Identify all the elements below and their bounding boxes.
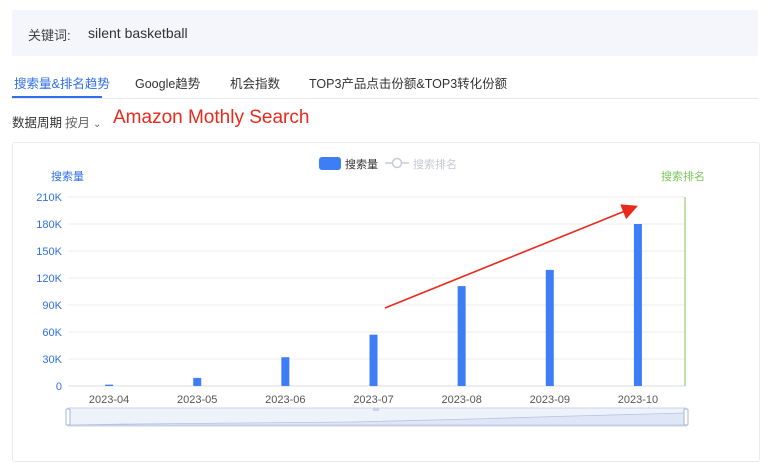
bar-2023-07[interactable] [369, 334, 378, 386]
x-tick-label: 2023-07 [353, 394, 393, 406]
y-tick-label: 60K [42, 327, 62, 339]
search-volume-chart: 030K60K90K120K150K180K210K搜索量 搜索排名搜索量 搜索排名… [36, 157, 705, 427]
keyword-label: 关键词: [28, 28, 71, 43]
y-tick-label: 90K [42, 300, 62, 312]
legend-search-volume-swatch[interactable] [319, 157, 341, 170]
trend-arrow [384, 204, 638, 309]
period-label: 数据周期 [12, 116, 63, 130]
active-tab-indicator [12, 96, 102, 98]
y-tick-label: 120K [36, 273, 62, 285]
period-select[interactable]: 按月 ⌄ [65, 112, 101, 131]
data-zoom-left-handle[interactable] [65, 408, 71, 426]
keyword-panel: 关键词: silent basketball [12, 10, 758, 56]
legend-rank-label: 搜索排名 [413, 157, 457, 171]
x-tick-label: 2023-09 [530, 394, 570, 406]
data-zoom-move-handle[interactable] [373, 408, 379, 411]
bar-2023-04[interactable] [105, 384, 114, 386]
x-tick-label: 2023-10 [618, 394, 658, 406]
data-zoom-right-handle[interactable] [683, 408, 689, 426]
tab-google-trend[interactable]: Google趋势 [135, 73, 200, 92]
annotation-title: Amazon Mothly Search [113, 107, 310, 128]
tab-bar: 搜索量&排名趋势 Google趋势 机会指数 TOP3产品点击份额&TOP3转化… [12, 62, 758, 99]
bar-2023-10[interactable] [633, 224, 642, 386]
tab-top3-share[interactable]: TOP3产品点击份额&TOP3转化份额 [309, 73, 507, 92]
y-tick-label: 0 [56, 381, 62, 393]
y-tick-label: 180K [36, 219, 62, 231]
tab-search-volume-rank-trend[interactable]: 搜索量&排名趋势 [14, 73, 110, 92]
bar-2023-05[interactable] [193, 377, 202, 386]
y-tick-label: 210K [36, 192, 62, 204]
x-tick-label: 2023-04 [89, 394, 129, 406]
tab-opportunity-index[interactable]: 机会指数 [230, 73, 280, 92]
y-tick-label: 30K [42, 354, 62, 366]
bar-2023-09[interactable] [545, 269, 554, 386]
x-tick-label: 2023-05 [177, 394, 217, 406]
legend-search-volume-label: 搜索量 [345, 157, 378, 171]
bar-2023-06[interactable] [281, 357, 290, 386]
x-tick-label: 2023-06 [265, 394, 305, 406]
y-axis-title: 搜索量 [51, 169, 84, 183]
keyword-value: silent basketball [88, 25, 188, 41]
bar-2023-08[interactable] [457, 286, 466, 386]
period-select-value: 按月 [65, 116, 91, 130]
chart-card: 0 30K 60K 90K 120K 150K 180K 210K 搜索量 搜索排名 搜索量 搜索排名… [12, 142, 760, 462]
legend-rank-marker [391, 157, 403, 169]
x-tick-label: 2023-08 [441, 394, 481, 406]
y2-axis-title: 搜索排名 [661, 169, 705, 183]
chevron-down-icon: ⌄ [93, 119, 102, 130]
y-tick-label: 150K [36, 246, 62, 258]
